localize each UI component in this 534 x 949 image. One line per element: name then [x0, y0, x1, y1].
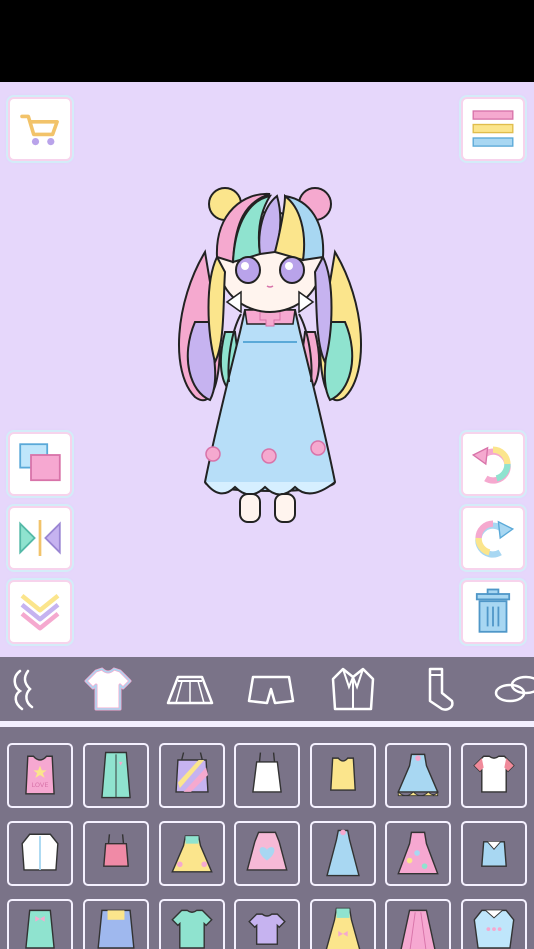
blue-pinafore-icon — [97, 909, 135, 949]
mint-tee-icon — [171, 909, 213, 949]
item-blue-collar-shirt[interactable] — [461, 899, 527, 949]
blue-frill-dress-icon — [397, 753, 439, 797]
white-shirt-icon — [21, 833, 59, 871]
shop-button[interactable] — [10, 99, 70, 159]
mint-ribbon-dress-icon — [25, 909, 55, 949]
item-yellow-bow-dress[interactable] — [310, 899, 376, 949]
dress-up-stage — [0, 82, 534, 657]
tab-skirt[interactable] — [162, 663, 218, 715]
shorts-icon — [247, 675, 295, 705]
pink-tank-icon: LOVE — [25, 755, 55, 795]
tab-hair[interactable] — [0, 663, 54, 715]
tab-top[interactable] — [80, 663, 136, 715]
tab-shoes[interactable] — [490, 663, 534, 715]
item-white-camisole[interactable] — [234, 743, 300, 808]
purple-tee-icon — [248, 913, 286, 945]
item-blue-frill-dress[interactable] — [385, 743, 451, 808]
hair-icon — [13, 669, 34, 711]
item-white-shirt[interactable] — [7, 821, 73, 886]
redo-icon — [475, 520, 515, 558]
skirt-icon — [166, 675, 214, 705]
menu-button[interactable] — [463, 99, 523, 159]
top-icon — [84, 667, 132, 711]
layer-button[interactable] — [10, 434, 70, 494]
yellow-tank-icon — [330, 757, 356, 791]
item-mint-long-vest[interactable] — [83, 743, 149, 808]
redo-button[interactable] — [463, 508, 523, 568]
socks-icon — [428, 667, 454, 711]
pink-floral-dress-icon — [397, 831, 439, 875]
item-white-red-tee[interactable] — [461, 743, 527, 808]
white-camisole-icon — [252, 752, 282, 793]
item-blue-long-dress[interactable] — [310, 821, 376, 886]
tab-shorts[interactable] — [243, 663, 299, 715]
flip-button[interactable] — [10, 508, 70, 568]
flip-icon — [19, 520, 61, 556]
eye-right — [279, 256, 305, 284]
blue-collar-shirt-icon — [473, 909, 515, 949]
move-down-button[interactable] — [10, 582, 70, 642]
blue-sailor-top-icon — [481, 841, 507, 867]
item-pink-tank-love[interactable]: LOVE — [7, 743, 73, 808]
undo-button[interactable] — [463, 434, 523, 494]
trash-icon — [475, 588, 511, 633]
character-avatar[interactable] — [165, 182, 375, 552]
jacket-icon — [331, 667, 375, 711]
yellow-bow-dress-icon — [325, 907, 361, 949]
item-label-love: LOVE — [31, 781, 48, 789]
status-bar — [0, 0, 534, 82]
tab-jacket[interactable] — [325, 663, 381, 715]
item-pink-floral-dress[interactable] — [385, 821, 451, 886]
item-mint-ribbon-dress[interactable] — [7, 899, 73, 949]
item-rainbow-camisole[interactable] — [159, 743, 225, 808]
rainbow-camisole-icon — [175, 752, 209, 793]
item-yellow-sundress[interactable] — [159, 821, 225, 886]
category-tab-bar — [0, 657, 534, 721]
item-mint-tee[interactable] — [159, 899, 225, 949]
item-yellow-tank[interactable] — [310, 743, 376, 808]
item-blue-pinafore[interactable] — [83, 899, 149, 949]
mint-vest-icon — [101, 751, 131, 799]
item-blue-sailor-top[interactable] — [461, 821, 527, 886]
item-purple-tee[interactable] — [234, 899, 300, 949]
pink-heart-dress-icon — [246, 831, 288, 871]
tab-socks[interactable] — [408, 663, 464, 715]
pink-camisole-icon — [103, 834, 129, 867]
layers-icon — [19, 443, 61, 482]
shoes-icon — [494, 675, 534, 703]
white-red-tee-icon — [473, 755, 515, 793]
item-pink-heart-dress[interactable] — [234, 821, 300, 886]
delete-button[interactable] — [463, 582, 523, 642]
item-pink-camisole[interactable] — [83, 821, 149, 886]
item-pink-long-skirt[interactable] — [385, 899, 451, 949]
clothing-item-grid: LOVE — [0, 727, 534, 949]
blue-long-dress-icon — [326, 829, 360, 877]
move-down-icon — [20, 594, 60, 631]
shop-cart-icon — [20, 114, 59, 146]
pink-long-skirt-icon — [400, 909, 436, 949]
yellow-sundress-icon — [171, 835, 213, 873]
eye-left — [235, 256, 261, 284]
undo-icon — [471, 446, 511, 484]
menu-icon — [472, 110, 514, 147]
